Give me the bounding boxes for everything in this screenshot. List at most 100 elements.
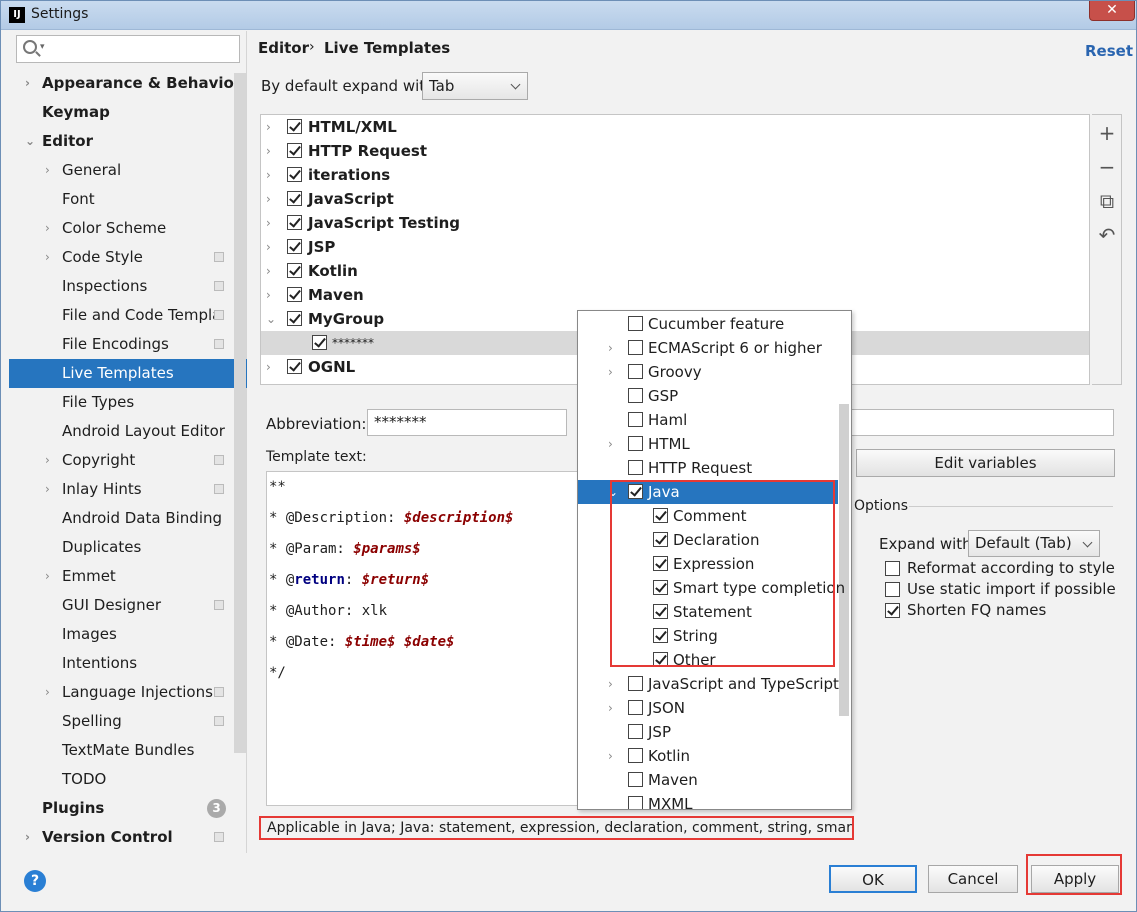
expand-with-select[interactable]: Default (Tab) — [968, 530, 1100, 557]
chevron-right-icon[interactable]: › — [266, 187, 271, 211]
sidebar-item-emmet[interactable]: › Emmet — [9, 562, 247, 591]
apply-button[interactable]: Apply — [1031, 865, 1119, 893]
close-button[interactable]: ✕ — [1089, 1, 1135, 21]
context-item-string[interactable]: String — [578, 624, 838, 648]
sidebar-item-appearance-behavior[interactable]: › Appearance & Behavior — [9, 69, 247, 98]
sidebar-scrollbar[interactable] — [234, 73, 246, 753]
chevron-right-icon[interactable]: › — [608, 696, 613, 720]
chevron-right-icon[interactable]: › — [608, 360, 613, 384]
context-checkbox[interactable] — [628, 412, 643, 427]
help-button[interactable]: ? — [24, 870, 46, 892]
sidebar-item-android-data-binding[interactable]: Android Data Binding — [9, 504, 247, 533]
context-checkbox[interactable] — [653, 556, 668, 571]
sidebar-item-language-injections[interactable]: › Language Injections — [9, 678, 247, 707]
sidebar-item-general[interactable]: › General — [9, 156, 247, 185]
context-item-cucumber-feature[interactable]: Cucumber feature — [578, 312, 838, 336]
chevron-down-icon[interactable]: ⌄ — [25, 127, 35, 156]
context-item-kotlin[interactable]: › Kotlin — [578, 744, 838, 768]
description-input[interactable] — [849, 409, 1114, 436]
context-item-jsp[interactable]: JSP — [578, 720, 838, 744]
context-checkbox[interactable] — [628, 436, 643, 451]
chevron-right-icon[interactable]: › — [25, 823, 30, 852]
context-checkbox[interactable] — [628, 676, 643, 691]
sidebar-item-color-scheme[interactable]: › Color Scheme — [9, 214, 247, 243]
context-checkbox[interactable] — [628, 388, 643, 403]
chevron-down-icon[interactable]: ⌄ — [266, 307, 276, 331]
chevron-right-icon[interactable]: › — [266, 139, 271, 163]
sidebar-item-keymap[interactable]: Keymap — [9, 98, 247, 127]
context-item-http-request[interactable]: HTTP Request — [578, 456, 838, 480]
template-checkbox[interactable] — [287, 287, 302, 302]
chevron-right-icon[interactable]: › — [45, 214, 50, 243]
template-checkbox[interactable] — [287, 263, 302, 278]
context-checkbox[interactable] — [628, 460, 643, 475]
template-group-iterations[interactable]: › iterations — [261, 163, 1089, 187]
template-group-http-request[interactable]: › HTTP Request — [261, 139, 1089, 163]
chevron-right-icon[interactable]: › — [608, 672, 613, 696]
sidebar-item-plugins[interactable]: Plugins 3 — [9, 794, 247, 823]
context-checkbox[interactable] — [628, 796, 643, 809]
template-group-maven[interactable]: › Maven — [261, 283, 1089, 307]
context-checkbox[interactable] — [628, 340, 643, 355]
search-input[interactable]: ▾ — [16, 35, 240, 63]
chevron-right-icon[interactable]: › — [266, 211, 271, 235]
copy-icon[interactable]: ⧉ — [1097, 191, 1117, 211]
template-checkbox[interactable] — [287, 191, 302, 206]
context-checkbox[interactable] — [628, 724, 643, 739]
applicable-contexts-text[interactable]: Applicable in Java; Java: statement, exp… — [259, 816, 854, 840]
chevron-right-icon[interactable]: › — [45, 446, 50, 475]
context-item-maven[interactable]: Maven — [578, 768, 838, 792]
popup-scrollbar[interactable] — [839, 404, 849, 716]
chevron-right-icon[interactable]: › — [25, 69, 30, 98]
template-checkbox[interactable] — [287, 239, 302, 254]
template-checkbox[interactable] — [287, 359, 302, 374]
template-group-javascript-testing[interactable]: › JavaScript Testing — [261, 211, 1089, 235]
ok-button[interactable]: OK — [829, 865, 917, 893]
chevron-right-icon[interactable]: › — [608, 744, 613, 768]
chevron-right-icon[interactable]: › — [45, 243, 50, 272]
context-checkbox[interactable] — [653, 508, 668, 523]
context-item-other[interactable]: Other — [578, 648, 838, 672]
context-item-groovy[interactable]: › Groovy — [578, 360, 838, 384]
option-checkbox[interactable] — [885, 561, 900, 576]
context-item-declaration[interactable]: Declaration — [578, 528, 838, 552]
template-checkbox[interactable] — [287, 311, 302, 326]
sidebar-item-font[interactable]: Font — [9, 185, 247, 214]
chevron-right-icon[interactable]: › — [45, 678, 50, 707]
chevron-right-icon[interactable]: › — [266, 355, 271, 379]
context-item-smart-type-completion[interactable]: Smart type completion — [578, 576, 845, 600]
context-checkbox[interactable] — [628, 748, 643, 763]
option-checkbox[interactable] — [885, 603, 900, 618]
sidebar-item-intentions[interactable]: Intentions — [9, 649, 247, 678]
template-checkbox[interactable] — [287, 167, 302, 182]
sidebar-item-version-control[interactable]: › Version Control — [9, 823, 247, 852]
expand-default-select[interactable]: Tab — [422, 72, 528, 100]
template-group-javascript[interactable]: › JavaScript — [261, 187, 1089, 211]
sidebar-item-todo[interactable]: TODO — [9, 765, 247, 794]
context-checkbox[interactable] — [653, 628, 668, 643]
sidebar-item-inspections[interactable]: Inspections — [9, 272, 247, 301]
context-item-html[interactable]: › HTML — [578, 432, 838, 456]
sidebar-item-code-style[interactable]: › Code Style — [9, 243, 247, 272]
reset-link[interactable]: Reset — [1085, 42, 1133, 60]
sidebar-item-textmate-bundles[interactable]: TextMate Bundles — [9, 736, 247, 765]
undo-icon[interactable]: ↶ — [1097, 225, 1117, 245]
option-checkbox[interactable] — [885, 582, 900, 597]
template-group-kotlin[interactable]: › Kotlin — [261, 259, 1089, 283]
sidebar-item-file-types[interactable]: File Types — [9, 388, 247, 417]
sidebar-item-duplicates[interactable]: Duplicates — [9, 533, 247, 562]
template-group-jsp[interactable]: › JSP — [261, 235, 1089, 259]
sidebar-item-copyright[interactable]: › Copyright — [9, 446, 247, 475]
context-item-haml[interactable]: Haml — [578, 408, 838, 432]
sidebar-item-android-layout-editor[interactable]: Android Layout Editor — [9, 417, 247, 446]
sidebar-item-live-templates[interactable]: Live Templates — [9, 359, 247, 388]
context-item-json[interactable]: › JSON — [578, 696, 838, 720]
sidebar-item-gui-designer[interactable]: GUI Designer — [9, 591, 247, 620]
sidebar-item-file-and-code-templa[interactable]: File and Code Templa — [9, 301, 247, 330]
context-checkbox[interactable] — [628, 484, 643, 499]
sidebar-item-inlay-hints[interactable]: › Inlay Hints — [9, 475, 247, 504]
chevron-right-icon[interactable]: › — [266, 235, 271, 259]
chevron-right-icon[interactable]: › — [45, 156, 50, 185]
chevron-right-icon[interactable]: › — [45, 475, 50, 504]
sidebar-item-file-encodings[interactable]: File Encodings — [9, 330, 247, 359]
